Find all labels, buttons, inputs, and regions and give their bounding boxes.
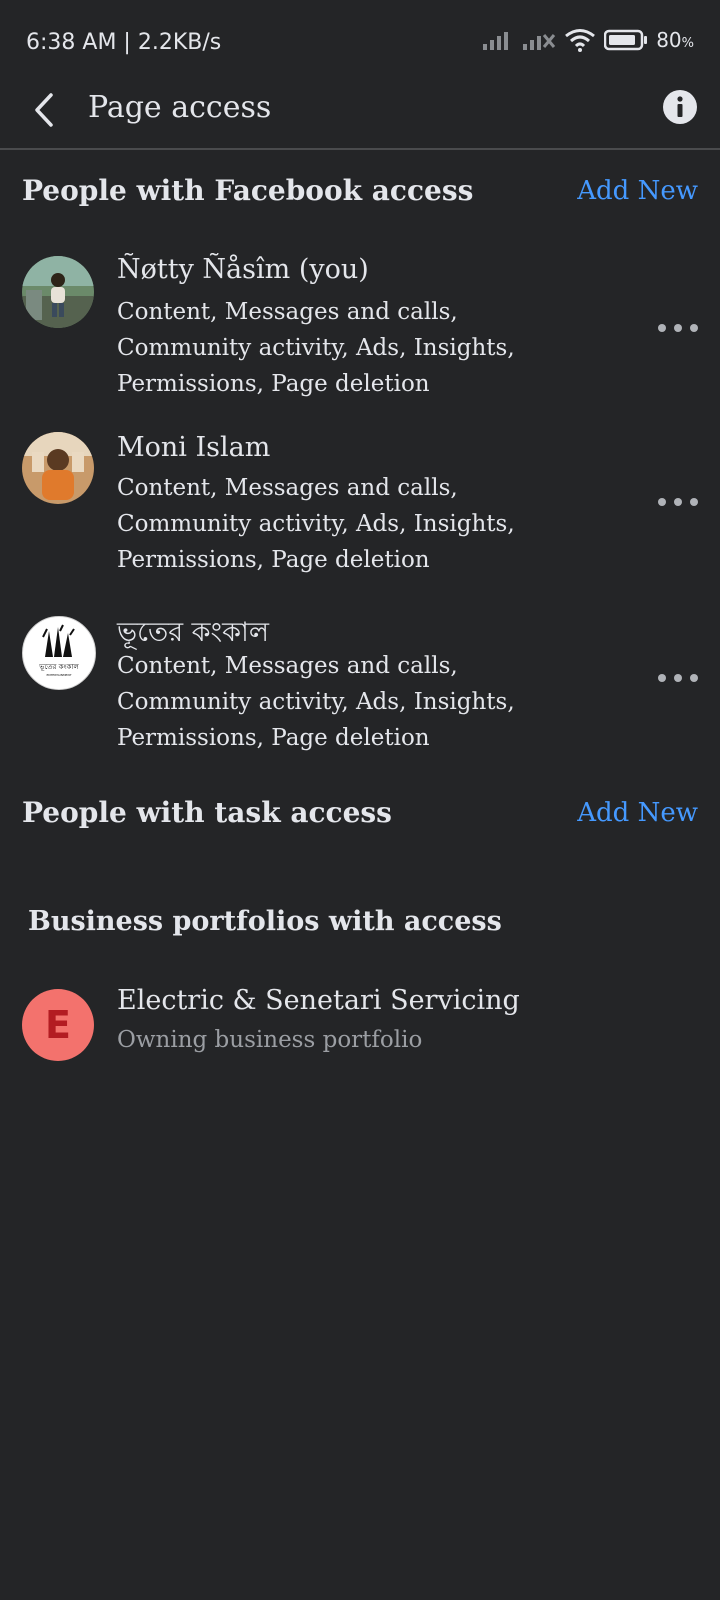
- task-access-header: People with task access Add New: [22, 796, 698, 840]
- info-button[interactable]: [662, 89, 698, 125]
- more-dot-icon: [658, 324, 666, 332]
- more-dot-icon: [690, 324, 698, 332]
- facebook-access-title: People with Facebook access: [22, 174, 474, 207]
- avatar: ভূতের কংকাল ENTERTAINMENT: [22, 616, 96, 690]
- more-options-button[interactable]: [658, 492, 698, 512]
- page-title: Page access: [88, 90, 272, 125]
- facebook-access-header: People with Facebook access Add New: [22, 174, 698, 218]
- user-photo-icon: [22, 432, 94, 504]
- battery-icon: [604, 29, 648, 51]
- add-new-facebook-access-button[interactable]: Add New: [577, 176, 698, 206]
- battery-level: 80%: [656, 28, 694, 52]
- person-name: Ñøtty Ñåsîm (you): [117, 254, 369, 285]
- list-item[interactable]: Moni Islam Content, Messages and calls, …: [0, 432, 720, 582]
- more-dot-icon: [674, 324, 682, 332]
- more-options-button[interactable]: [658, 318, 698, 338]
- status-icons: 80%: [482, 28, 694, 52]
- more-dot-icon: [674, 674, 682, 682]
- more-dot-icon: [674, 498, 682, 506]
- status-bar: 6:38 AM | 2.2KB/s 80%: [0, 0, 720, 88]
- user-photo-icon: [22, 256, 94, 328]
- app-header: Page access: [0, 80, 720, 150]
- add-new-task-access-button[interactable]: Add New: [577, 798, 698, 828]
- more-dot-icon: [690, 498, 698, 506]
- business-name: Electric & Senetari Servicing: [117, 985, 520, 1016]
- business-avatar: E: [22, 989, 94, 1061]
- page-logo-icon: ভূতের কংকাল ENTERTAINMENT: [38, 624, 79, 677]
- more-dot-icon: [658, 674, 666, 682]
- business-portfolios-title: Business portfolios with access: [28, 906, 502, 937]
- back-button[interactable]: [24, 86, 64, 134]
- more-dot-icon: [690, 674, 698, 682]
- page-logo-subtext: ENTERTAINMENT: [46, 673, 71, 677]
- list-item[interactable]: ভূতের কংকাল ENTERTAINMENT ভূতের কংকাল Co…: [0, 612, 720, 762]
- avatar: [22, 432, 94, 504]
- list-item[interactable]: Ñøtty Ñåsîm (you) Content, Messages and …: [0, 254, 720, 404]
- task-access-title: People with task access: [22, 796, 392, 829]
- business-subtitle: Owning business portfolio: [117, 1027, 423, 1053]
- person-permissions: Content, Messages and calls, Community a…: [117, 299, 515, 397]
- wifi-icon: [565, 29, 596, 52]
- page-logo-text: ভূতের কংকাল: [38, 663, 79, 671]
- person-permissions: Content, Messages and calls, Community a…: [117, 475, 515, 573]
- person-permissions: Content, Messages and calls, Community a…: [117, 653, 515, 751]
- info-icon: [663, 90, 697, 124]
- back-arrow-icon: [35, 93, 53, 127]
- person-name: Moni Islam: [117, 432, 271, 463]
- signal-icon: [483, 32, 509, 50]
- signal-no-service-icon: [523, 34, 556, 50]
- business-portfolio-item[interactable]: E Electric & Senetari Servicing Owning b…: [0, 985, 720, 1065]
- more-options-button[interactable]: [658, 668, 698, 688]
- more-dot-icon: [658, 498, 666, 506]
- avatar: [22, 256, 94, 328]
- status-time-speed: 6:38 AM | 2.2KB/s: [26, 30, 222, 55]
